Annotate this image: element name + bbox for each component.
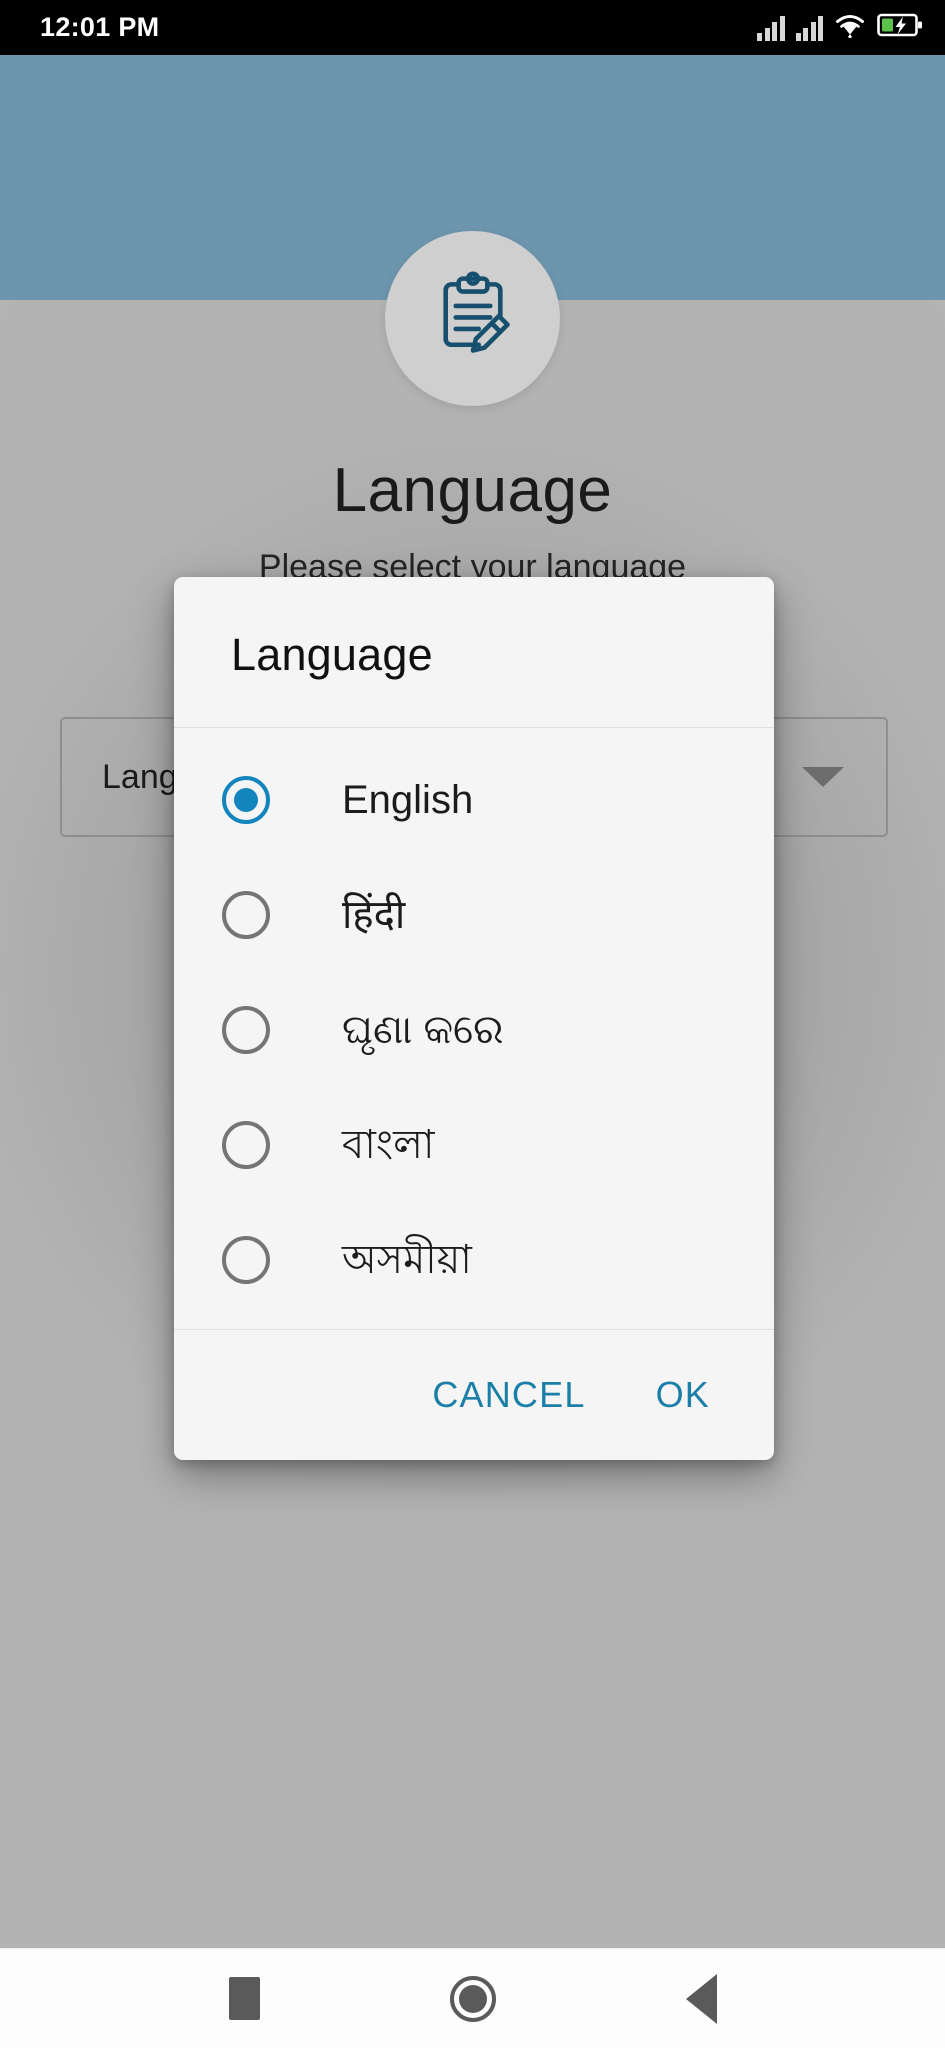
- back-triangle-icon[interactable]: [685, 1973, 717, 2024]
- radio-button-assamese[interactable]: [222, 1235, 270, 1284]
- language-option-hindi[interactable]: हिंदी: [174, 857, 774, 972]
- clipboard-pencil-icon: [427, 270, 519, 367]
- radio-button-bengali[interactable]: [222, 1120, 270, 1169]
- language-option-label: ଘୃଣା କରେ: [342, 1007, 504, 1052]
- app-logo-badge: [385, 231, 560, 406]
- chevron-down-icon: [802, 767, 844, 787]
- language-option-odia[interactable]: ଘୃଣା କରେ: [174, 972, 774, 1087]
- status-bar-icons: [757, 12, 923, 43]
- radio-button-english[interactable]: [222, 775, 270, 824]
- status-bar: 12:01 PM: [0, 0, 945, 55]
- wifi-icon: [834, 12, 866, 43]
- language-option-label: বাংলা: [342, 1122, 435, 1167]
- recents-square-icon[interactable]: [228, 1977, 260, 2020]
- signal-bars-sim2-icon: [795, 15, 823, 41]
- radio-button-hindi[interactable]: [222, 890, 270, 939]
- signal-bars-sim1-icon: [757, 15, 785, 41]
- language-options-list: English हिंदी ଘୃଣା କରେ বাংলা অসমীয়া: [174, 728, 774, 1329]
- page-title: Language: [332, 456, 613, 525]
- language-option-assamese[interactable]: অসমীয়া: [174, 1202, 774, 1317]
- cancel-button[interactable]: CANCEL: [426, 1364, 591, 1426]
- battery-charging-icon: [877, 12, 923, 43]
- home-circle-icon[interactable]: [449, 1975, 496, 2022]
- phone-screen: 12:01 PM Language Please select your lan…: [0, 0, 945, 2048]
- language-option-label: English: [342, 777, 474, 822]
- language-option-bengali[interactable]: বাংলা: [174, 1087, 774, 1202]
- ok-button[interactable]: OK: [650, 1364, 716, 1426]
- dialog-action-bar: CANCEL OK: [174, 1330, 774, 1460]
- android-nav-bar: [0, 1948, 945, 2048]
- dialog-title: Language: [231, 629, 433, 680]
- language-dialog: Language English हिंदी ଘୃଣା କରେ বাংলা অস…: [174, 577, 774, 1460]
- radio-button-odia[interactable]: [222, 1005, 270, 1054]
- language-option-english[interactable]: English: [174, 742, 774, 857]
- language-option-label: অসমীয়া: [342, 1237, 472, 1282]
- status-bar-clock: 12:01 PM: [40, 12, 160, 42]
- language-option-label: हिंदी: [342, 892, 406, 937]
